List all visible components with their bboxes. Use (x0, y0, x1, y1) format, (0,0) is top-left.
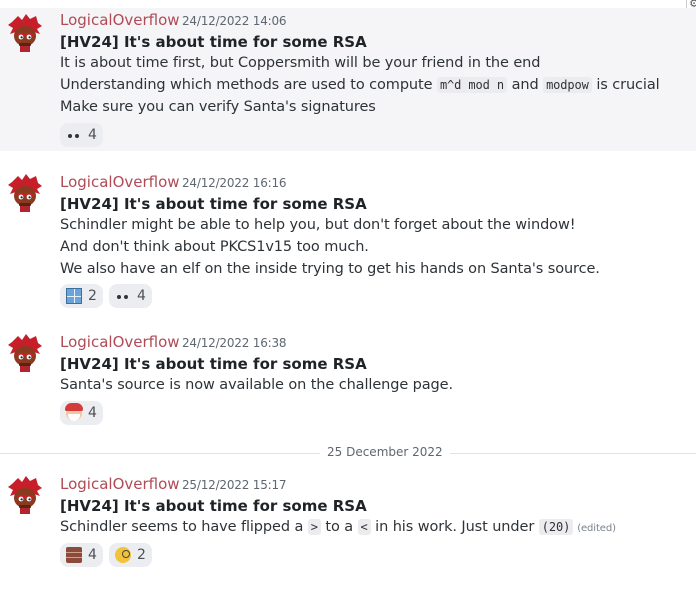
inline-code: m^d mod n (436, 77, 508, 93)
reaction-button[interactable]: 2 (60, 284, 103, 308)
inline-code: (20) (538, 519, 574, 535)
message-line: We also have an elf on the inside trying… (60, 261, 600, 277)
chat-message: LogicalOverflow 24/12/2022 14:06 [HV24] … (0, 8, 696, 151)
message-line: Schindler seems to have flipped a > to a… (60, 519, 616, 535)
edited-marker: (edited) (577, 523, 616, 534)
santa-icon (65, 403, 83, 421)
date-divider-label: 25 December 2022 (320, 445, 450, 459)
reaction-count: 4 (137, 288, 146, 304)
message-line: Understanding which methods are used to … (60, 77, 660, 93)
reaction-button[interactable]: 4 (60, 123, 103, 147)
message-author[interactable]: LogicalOverflow (60, 173, 180, 191)
user-avatar[interactable] (6, 174, 44, 214)
text-segment: in his work. Just under (370, 519, 539, 535)
reaction-count: 4 (88, 405, 97, 421)
message-title: [HV24] It's about time for some RSA (60, 195, 367, 213)
eyes-icon (115, 288, 131, 304)
reaction-count: 2 (88, 288, 97, 304)
message-line: It is about time first, but Coppersmith … (60, 55, 541, 71)
user-avatar[interactable] (6, 476, 44, 516)
inline-code: modpow (543, 77, 592, 93)
text-segment: to a (320, 519, 358, 535)
reaction-button[interactable]: 4 (60, 401, 103, 425)
reaction-count: 2 (137, 547, 146, 563)
message-title: [HV24] It's about time for some RSA (60, 33, 367, 51)
reaction-button[interactable]: 2 (109, 543, 152, 567)
reaction-button[interactable]: 4 (109, 284, 152, 308)
inline-code: > (307, 519, 321, 535)
text-segment: Understanding which methods are used to … (60, 77, 437, 93)
message-title: [HV24] It's about time for some RSA (60, 497, 367, 515)
message-title: [HV24] It's about time for some RSA (60, 355, 367, 373)
bricks-icon (66, 547, 82, 563)
message-timestamp: 24/12/2022 16:16 (182, 176, 287, 190)
text-segment: is crucial (591, 77, 660, 93)
message-line: Schindler might be able to help you, but… (60, 217, 576, 233)
reaction-count: 4 (88, 547, 97, 563)
inline-code: < (357, 519, 371, 535)
monocle-face-icon (115, 547, 131, 563)
reaction-button[interactable]: 4 (60, 543, 103, 567)
message-author[interactable]: LogicalOverflow (60, 11, 180, 29)
chat-message: LogicalOverflow 24/12/2022 16:38 [HV24] … (0, 320, 696, 430)
message-timestamp: 24/12/2022 16:38 (182, 336, 287, 350)
chat-message: LogicalOverflow 24/12/2022 16:16 [HV24] … (0, 160, 696, 310)
message-line: Make sure you can verify Santa's signatu… (60, 99, 376, 115)
message-line: Santa's source is now available on the c… (60, 377, 453, 393)
message-line: And don't think about PKCS1v15 too much. (60, 239, 369, 255)
window-icon (66, 288, 82, 304)
eyes-icon (66, 127, 82, 143)
chat-message: LogicalOverflow 25/12/2022 15:17 [HV24] … (0, 462, 696, 587)
text-segment: and (507, 77, 544, 93)
user-avatar[interactable] (6, 334, 44, 374)
message-author[interactable]: LogicalOverflow (60, 333, 180, 351)
text-segment: Schindler seems to have flipped a (60, 519, 308, 535)
message-timestamp: 25/12/2022 15:17 (182, 478, 287, 492)
reaction-count: 4 (88, 127, 97, 143)
message-timestamp: 24/12/2022 14:06 (182, 14, 287, 28)
message-author[interactable]: LogicalOverflow (60, 475, 180, 493)
user-avatar[interactable] (6, 14, 44, 54)
